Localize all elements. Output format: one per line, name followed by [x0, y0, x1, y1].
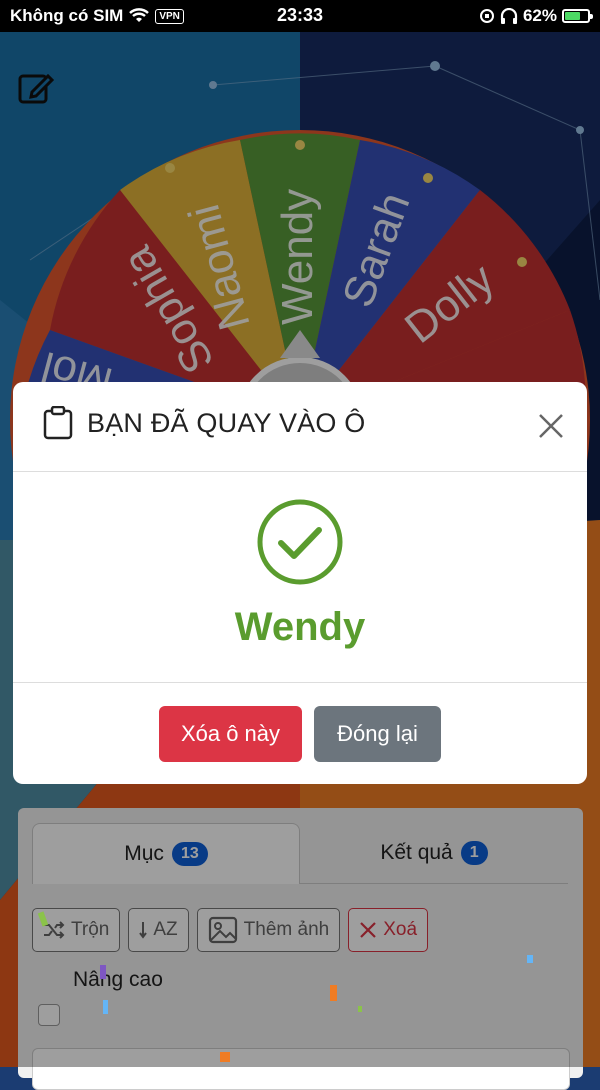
status-right: 62%	[479, 6, 593, 26]
winner-name: Wendy	[234, 605, 366, 649]
orientation-lock-icon	[479, 9, 494, 23]
battery-icon	[562, 9, 593, 23]
modal-title: BẠN ĐÃ QUAY VÀO Ô	[87, 408, 366, 438]
headphones-icon	[500, 8, 518, 24]
remove-segment-button[interactable]: Xóa ô này	[159, 706, 302, 762]
close-icon[interactable]	[537, 412, 565, 440]
result-modal: BẠN ĐÃ QUAY VÀO Ô Wendy Xóa ô này Đóng l…	[13, 382, 587, 784]
status-bar: Không có SIM VPN 23:33 62%	[0, 0, 600, 32]
battery-percent: 62%	[522, 6, 557, 25]
modal-header: BẠN ĐÃ QUAY VÀO Ô	[13, 382, 587, 472]
close-modal-button[interactable]: Đóng lại	[314, 706, 441, 762]
check-circle-icon	[257, 499, 343, 585]
clipboard-icon	[43, 406, 73, 440]
